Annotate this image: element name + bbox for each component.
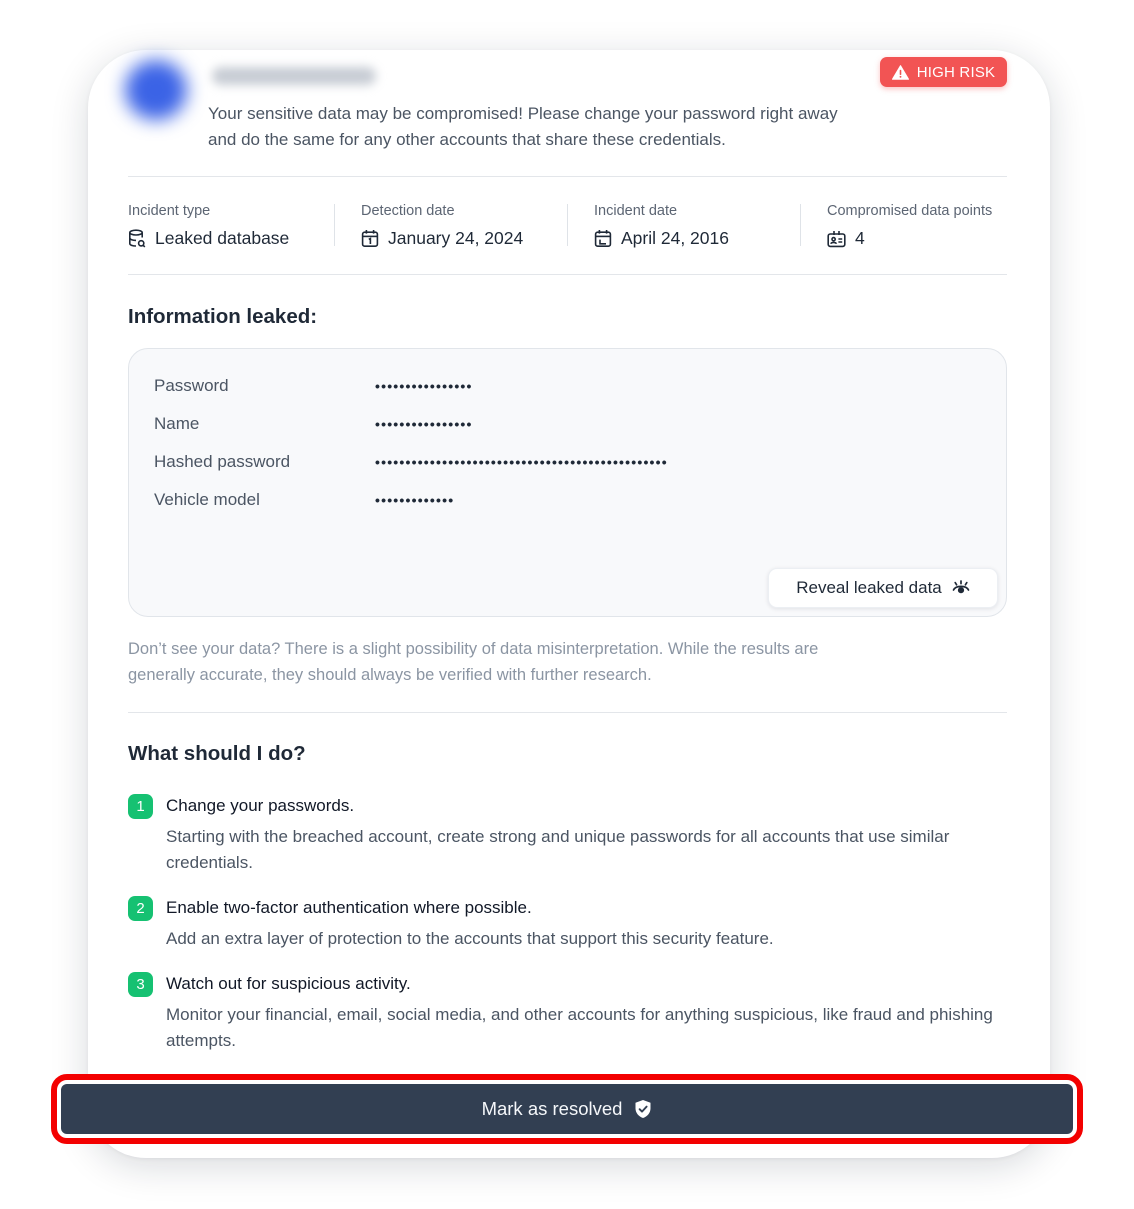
mark-as-resolved-button[interactable]: Mark as resolved [61, 1084, 1073, 1134]
stat-label: Detection date [361, 203, 455, 219]
stat-separator [334, 204, 335, 246]
stat-separator [567, 204, 568, 246]
database-icon [129, 229, 146, 248]
calendar-clock-icon [594, 230, 612, 248]
step-number-badge: 1 [128, 794, 153, 819]
leaked-field-name: Hashed password [154, 452, 291, 471]
stat-detection-date: Detection date January 24, 2024 [361, 202, 523, 249]
risk-badge: HIGH RISK [880, 57, 1007, 87]
actions-section-title: What should I do? [128, 742, 306, 765]
service-logo [125, 60, 187, 120]
warning-message: Your sensitive data may be compromised! … [208, 104, 838, 149]
calendar-icon [361, 230, 379, 248]
resolve-button-label: Mark as resolved [481, 1098, 623, 1119]
stat-label: Incident date [594, 203, 678, 219]
step-description: Monitor your financial, email, social me… [166, 1005, 993, 1050]
warning-triangle-icon [891, 64, 909, 80]
step-title: Enable two-factor authentication where p… [166, 898, 532, 917]
step-description: Starting with the breached account, crea… [166, 827, 950, 872]
leaked-field-value: ••••••••••••••••••••••••••••••••••••••••… [375, 454, 668, 470]
stat-value: Leaked database [155, 228, 290, 248]
leaked-field-value: ••••••••••••• [375, 492, 455, 508]
stat-label: Compromised data points [827, 203, 993, 219]
id-card-icon [827, 230, 846, 247]
leaked-field-name: Vehicle model [154, 490, 260, 509]
stat-separator [800, 204, 801, 246]
reveal-leaked-data-button[interactable]: Reveal leaked data [768, 568, 998, 608]
stat-incident-type: Incident type Leaked database [128, 202, 289, 249]
service-name-redacted [212, 67, 376, 85]
leaked-row: Vehicle model ••••••••••••• [154, 489, 454, 511]
shield-check-icon [635, 1100, 651, 1118]
leaked-row: Name •••••••••••••••• [154, 413, 473, 435]
leaked-field-name: Password [154, 376, 229, 395]
step-title: Change your passwords. [166, 796, 355, 815]
leaked-field-value: •••••••••••••••• [375, 378, 473, 394]
stat-compromised-points: Compromised data points 4 [827, 202, 992, 249]
leaked-row: Hashed password ••••••••••••••••••••••••… [154, 451, 668, 473]
leaked-data-panel: Password •••••••••••••••• Name •••••••••… [128, 348, 1007, 617]
leaked-section-title: Information leaked: [128, 305, 318, 328]
step-number-badge: 3 [128, 972, 153, 997]
accuracy-disclaimer: Don’t see your data? There is a slight p… [128, 640, 819, 684]
stat-value: January 24, 2024 [388, 228, 524, 248]
stat-value: April 24, 2016 [621, 228, 729, 248]
divider [128, 176, 1007, 177]
risk-badge-label: HIGH RISK [916, 63, 996, 81]
leaked-row: Password •••••••••••••••• [154, 375, 473, 397]
eye-icon [952, 580, 970, 594]
leaked-field-name: Name [154, 414, 200, 433]
divider [128, 274, 1007, 275]
step-title: Watch out for suspicious activity. [166, 974, 411, 993]
step-description: Add an extra layer of protection to the … [166, 929, 774, 948]
step-number-badge: 2 [128, 896, 153, 921]
divider [128, 712, 1007, 713]
stat-value: 4 [855, 228, 865, 248]
stat-incident-date: Incident date April 24, 2016 [594, 202, 729, 249]
leaked-field-value: •••••••••••••••• [375, 416, 473, 432]
stat-label: Incident type [128, 203, 211, 219]
reveal-button-label: Reveal leaked data [796, 578, 942, 597]
